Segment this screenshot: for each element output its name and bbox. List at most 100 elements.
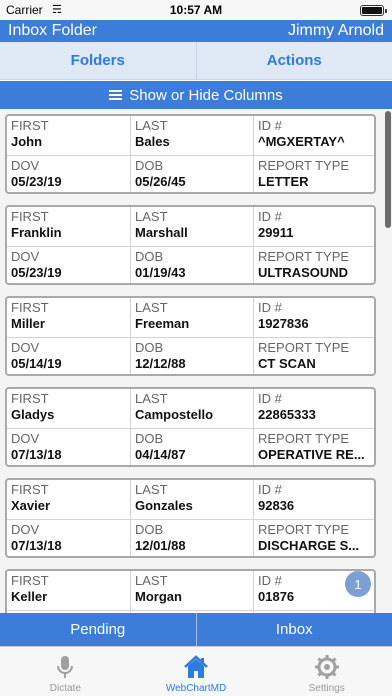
field-value: 92836	[258, 498, 295, 513]
record-card[interactable]: FIRST Franklin LAST Marshall ID #29911 DOV 05/…	[5, 205, 376, 285]
battery-icon	[360, 5, 387, 16]
record-row: DOV 05/23/19 DOB 05/26/45 REPORT TYPE LETTER	[7, 155, 374, 192]
field-label: REPORT TYPE	[258, 522, 350, 537]
field-value: Morgan	[135, 589, 182, 604]
field-label: LAST	[135, 573, 168, 588]
record-row: DOV 05/14/19 DOB 12/12/88 REPORT TYPE CT SCAN	[7, 337, 374, 374]
tab-label-dictate: Dictate	[49, 683, 81, 694]
field-value: Bales	[135, 134, 170, 149]
record-field-dob: DOB 12/01/88	[130, 520, 253, 556]
record-field-last: LAST Campostello	[130, 389, 253, 428]
record-row: FIRST Miller LAST Freeman ID #1927836	[7, 298, 374, 337]
record-row: FIRST Xavier LAST Gonzales ID #92836	[7, 480, 374, 519]
record-field-first: FIRST John	[7, 116, 130, 155]
record-field-last: LAST Gonzales	[130, 480, 253, 519]
field-value: 12/01/88	[135, 538, 186, 553]
field-label: FIRST	[11, 209, 49, 224]
field-label: REPORT TYPE	[258, 340, 350, 355]
pending-button[interactable]: Pending	[0, 613, 196, 646]
field-value: CT SCAN	[258, 356, 316, 371]
record-field-report-type: REPORT TYPE LETTER	[253, 156, 374, 192]
record-field-id: ID #1927836	[253, 298, 374, 337]
title-bar: Inbox Folder Jimmy Arnold	[0, 20, 392, 42]
field-label: DOV	[11, 249, 40, 264]
tab-label-settings: Settings	[308, 683, 345, 694]
record-field-first: FIRST Franklin	[7, 207, 130, 246]
tab-bar: Dictate WebChartMD Settings	[0, 646, 392, 696]
field-label: DOB	[135, 249, 164, 264]
record-field-first: FIRST Keller	[7, 571, 130, 610]
field-label: FIRST	[11, 573, 49, 588]
field-label: LAST	[135, 209, 168, 224]
record-field-id: ID #29911	[253, 207, 374, 246]
field-value: 05/26/45	[135, 174, 186, 189]
record-field-id: ID #22865333	[253, 389, 374, 428]
record-card[interactable]: FIRST Xavier LAST Gonzales ID #92836 DOV 07/13…	[5, 478, 376, 558]
field-label: DOB	[135, 522, 164, 537]
field-label: LAST	[135, 118, 168, 133]
tab-settings[interactable]: Settings	[261, 647, 392, 696]
field-label: DOV	[11, 158, 40, 173]
microphone-icon	[57, 656, 74, 678]
home-icon	[184, 655, 208, 678]
record-field-dob: DOB 01/19/43	[130, 247, 253, 283]
record-field-last: LAST Morgan	[130, 571, 253, 610]
record-card[interactable]: FIRSTKellerLASTMorganID #01876DOVDOBREPO…	[5, 569, 376, 613]
field-value: Franklin	[11, 225, 62, 240]
record-card[interactable]: FIRST John LAST Bales ID # ^MGXERTAY^ DOV 05/23…	[5, 114, 376, 194]
field-value: 07/13/18	[11, 538, 62, 553]
field-label: ID #	[258, 391, 282, 406]
field-label: LAST	[135, 482, 168, 497]
field-value: 05/14/19	[11, 356, 62, 371]
record-field-dob: DOB 12/12/88	[130, 338, 253, 374]
record-row: FIRST Gladys LAST Campostello ID #22865333	[7, 389, 374, 428]
record-field-dob: DOB 04/14/87	[130, 429, 253, 465]
show-hide-columns-button[interactable]: Show or Hide Columns	[0, 81, 392, 109]
record-field-dov: DOV 05/23/19	[7, 247, 130, 283]
field-value: 1927836	[258, 316, 309, 331]
page-badge[interactable]: 1	[345, 571, 371, 597]
list-scrollbar[interactable]	[385, 111, 391, 228]
user-name: Jimmy Arnold	[287, 22, 384, 39]
clock: 10:57 AM	[169, 3, 223, 17]
field-value: Gonzales	[135, 498, 193, 513]
menu-icon	[109, 90, 123, 100]
actions-button[interactable]: Actions	[195, 42, 392, 79]
record-list[interactable]: FIRST John LAST Bales ID # ^MGXERTAY^ DOV 05/23…	[0, 109, 392, 613]
record-card[interactable]: FIRST Gladys LAST Campostello ID #22865333 DO…	[5, 387, 376, 467]
tab-webchartmd[interactable]: WebChartMD	[131, 647, 262, 696]
record-field-dov: DOV 07/13/18	[7, 429, 130, 465]
top-tabs: Folders Actions	[0, 42, 392, 80]
field-label: REPORT TYPE	[258, 158, 350, 173]
field-value: LETTER	[258, 174, 309, 189]
record-row: FIRST Keller LAST Morgan ID #01876	[7, 571, 374, 610]
field-value: 12/12/88	[135, 356, 186, 371]
tab-dictate[interactable]: Dictate	[0, 647, 131, 696]
field-value: Xavier	[11, 498, 51, 513]
record-field-report-type: REPORT TYPE CT SCAN	[253, 338, 374, 374]
field-label: DOB	[135, 340, 164, 355]
inbox-button[interactable]: Inbox	[195, 613, 392, 646]
record-field-id: ID # ^MGXERTAY^	[253, 116, 374, 155]
field-value: DISCHARGE S...	[258, 538, 360, 553]
field-value: 05/23/19	[11, 174, 62, 189]
record-field-last: LAST Freeman	[130, 298, 253, 337]
field-label: ID #	[258, 482, 282, 497]
field-value: Freeman	[135, 316, 190, 331]
folder-title: Inbox Folder	[8, 22, 97, 39]
field-label: REPORT TYPE	[258, 431, 350, 446]
record-field-id: ID #92836	[253, 480, 374, 519]
tab-label-webchartmd: WebChartMD	[165, 683, 227, 694]
record-field-report-type: REPORT TYPE DISCHARGE S...	[253, 520, 374, 556]
gear-icon	[314, 655, 339, 679]
field-label: DOB	[135, 431, 164, 446]
record-field-last: LAST Marshall	[130, 207, 253, 246]
field-label: ID #	[258, 209, 282, 224]
field-label: FIRST	[11, 482, 49, 497]
field-label: LAST	[135, 391, 168, 406]
record-card[interactable]: FIRST Miller LAST Freeman ID #1927836 DOV 05/1…	[5, 296, 376, 376]
folders-button[interactable]: Folders	[0, 42, 196, 79]
record-row: DOV 07/13/18 DOB 12/01/88 REPORT TYPE DISCHAR…	[7, 519, 374, 556]
field-value: Gladys	[11, 407, 55, 422]
field-label: DOV	[11, 522, 40, 537]
